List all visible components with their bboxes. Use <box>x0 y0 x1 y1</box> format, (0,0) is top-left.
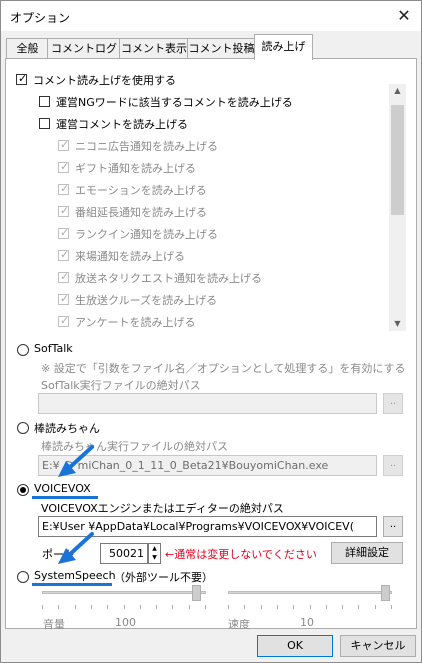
tab-reading[interactable]: 読み上げ <box>254 34 313 60</box>
option-checkbox[interactable]: ✓ <box>58 248 70 261</box>
option-checkbox[interactable]: ✓ <box>58 160 70 173</box>
option-checkbox[interactable] <box>39 96 50 107</box>
option-checkbox[interactable]: ✓ <box>58 226 70 239</box>
check-icon: ✓ <box>60 226 70 239</box>
tab-comment-log[interactable]: コメントログ <box>47 38 121 59</box>
option-label: ランクイン通知を読み上げる <box>75 228 218 241</box>
option-checkbox[interactable]: ✓ <box>58 292 70 305</box>
check-icon: ✓ <box>60 182 70 195</box>
option-label: エモーションを読み上げる <box>75 184 207 197</box>
reading-panel: ✓ コメント読み上げを使用する ▲ ▼ SofTalk ※ 設定で「引数をファイ… <box>5 58 417 631</box>
option-checkbox[interactable]: ✓ <box>58 138 70 151</box>
options-window: オプション ✕ 全般 コメントログ コメント表示 コメント投稿 読み上げ ✓ コ… <box>0 0 422 663</box>
check-icon: ✓ <box>60 138 70 151</box>
cancel-button[interactable]: キャンセル <box>340 635 416 657</box>
option-checkbox[interactable]: ✓ <box>58 314 70 327</box>
option-checkbox[interactable] <box>39 118 50 129</box>
option-label: 番組延長通知を読み上げる <box>75 206 207 219</box>
tab-general[interactable]: 全般 <box>6 38 49 59</box>
tab-comment-display[interactable]: コメント表示 <box>119 38 189 59</box>
title-bar: オプション ✕ <box>1 1 421 31</box>
option-label: アンケートを読み上げる <box>75 316 196 329</box>
check-icon: ✓ <box>60 248 70 261</box>
option-label: ギフト通知を読み上げる <box>75 162 196 175</box>
option-label: 生放送クルーズを読み上げる <box>75 294 218 307</box>
option-checkbox[interactable]: ✓ <box>58 182 70 195</box>
option-label: 放送ネタリクエスト通知を読み上げる <box>75 272 262 285</box>
check-icon: ✓ <box>60 204 70 217</box>
check-icon: ✓ <box>60 314 70 327</box>
option-checkbox[interactable]: ✓ <box>58 204 70 217</box>
option-label: 運営コメントを読み上げる <box>56 118 188 131</box>
option-checkbox[interactable]: ✓ <box>58 270 70 283</box>
option-label: 運営NGワードに該当するコメントを読み上げる <box>56 96 293 109</box>
check-icon: ✓ <box>60 292 70 305</box>
window-title: オプション <box>10 11 71 25</box>
option-label: 来場通知を読み上げる <box>75 250 185 263</box>
check-icon: ✓ <box>60 160 70 173</box>
check-icon: ✓ <box>60 270 70 283</box>
close-icon[interactable]: ✕ <box>393 5 415 27</box>
tab-comment-post[interactable]: コメント投稿 <box>187 38 256 59</box>
arrow-to-systemspeech <box>66 532 94 558</box>
ok-button[interactable]: OK <box>257 635 333 657</box>
arrow-to-voicevox <box>66 445 94 471</box>
option-label: ニコニ広告通知を読み上げる <box>75 140 218 153</box>
